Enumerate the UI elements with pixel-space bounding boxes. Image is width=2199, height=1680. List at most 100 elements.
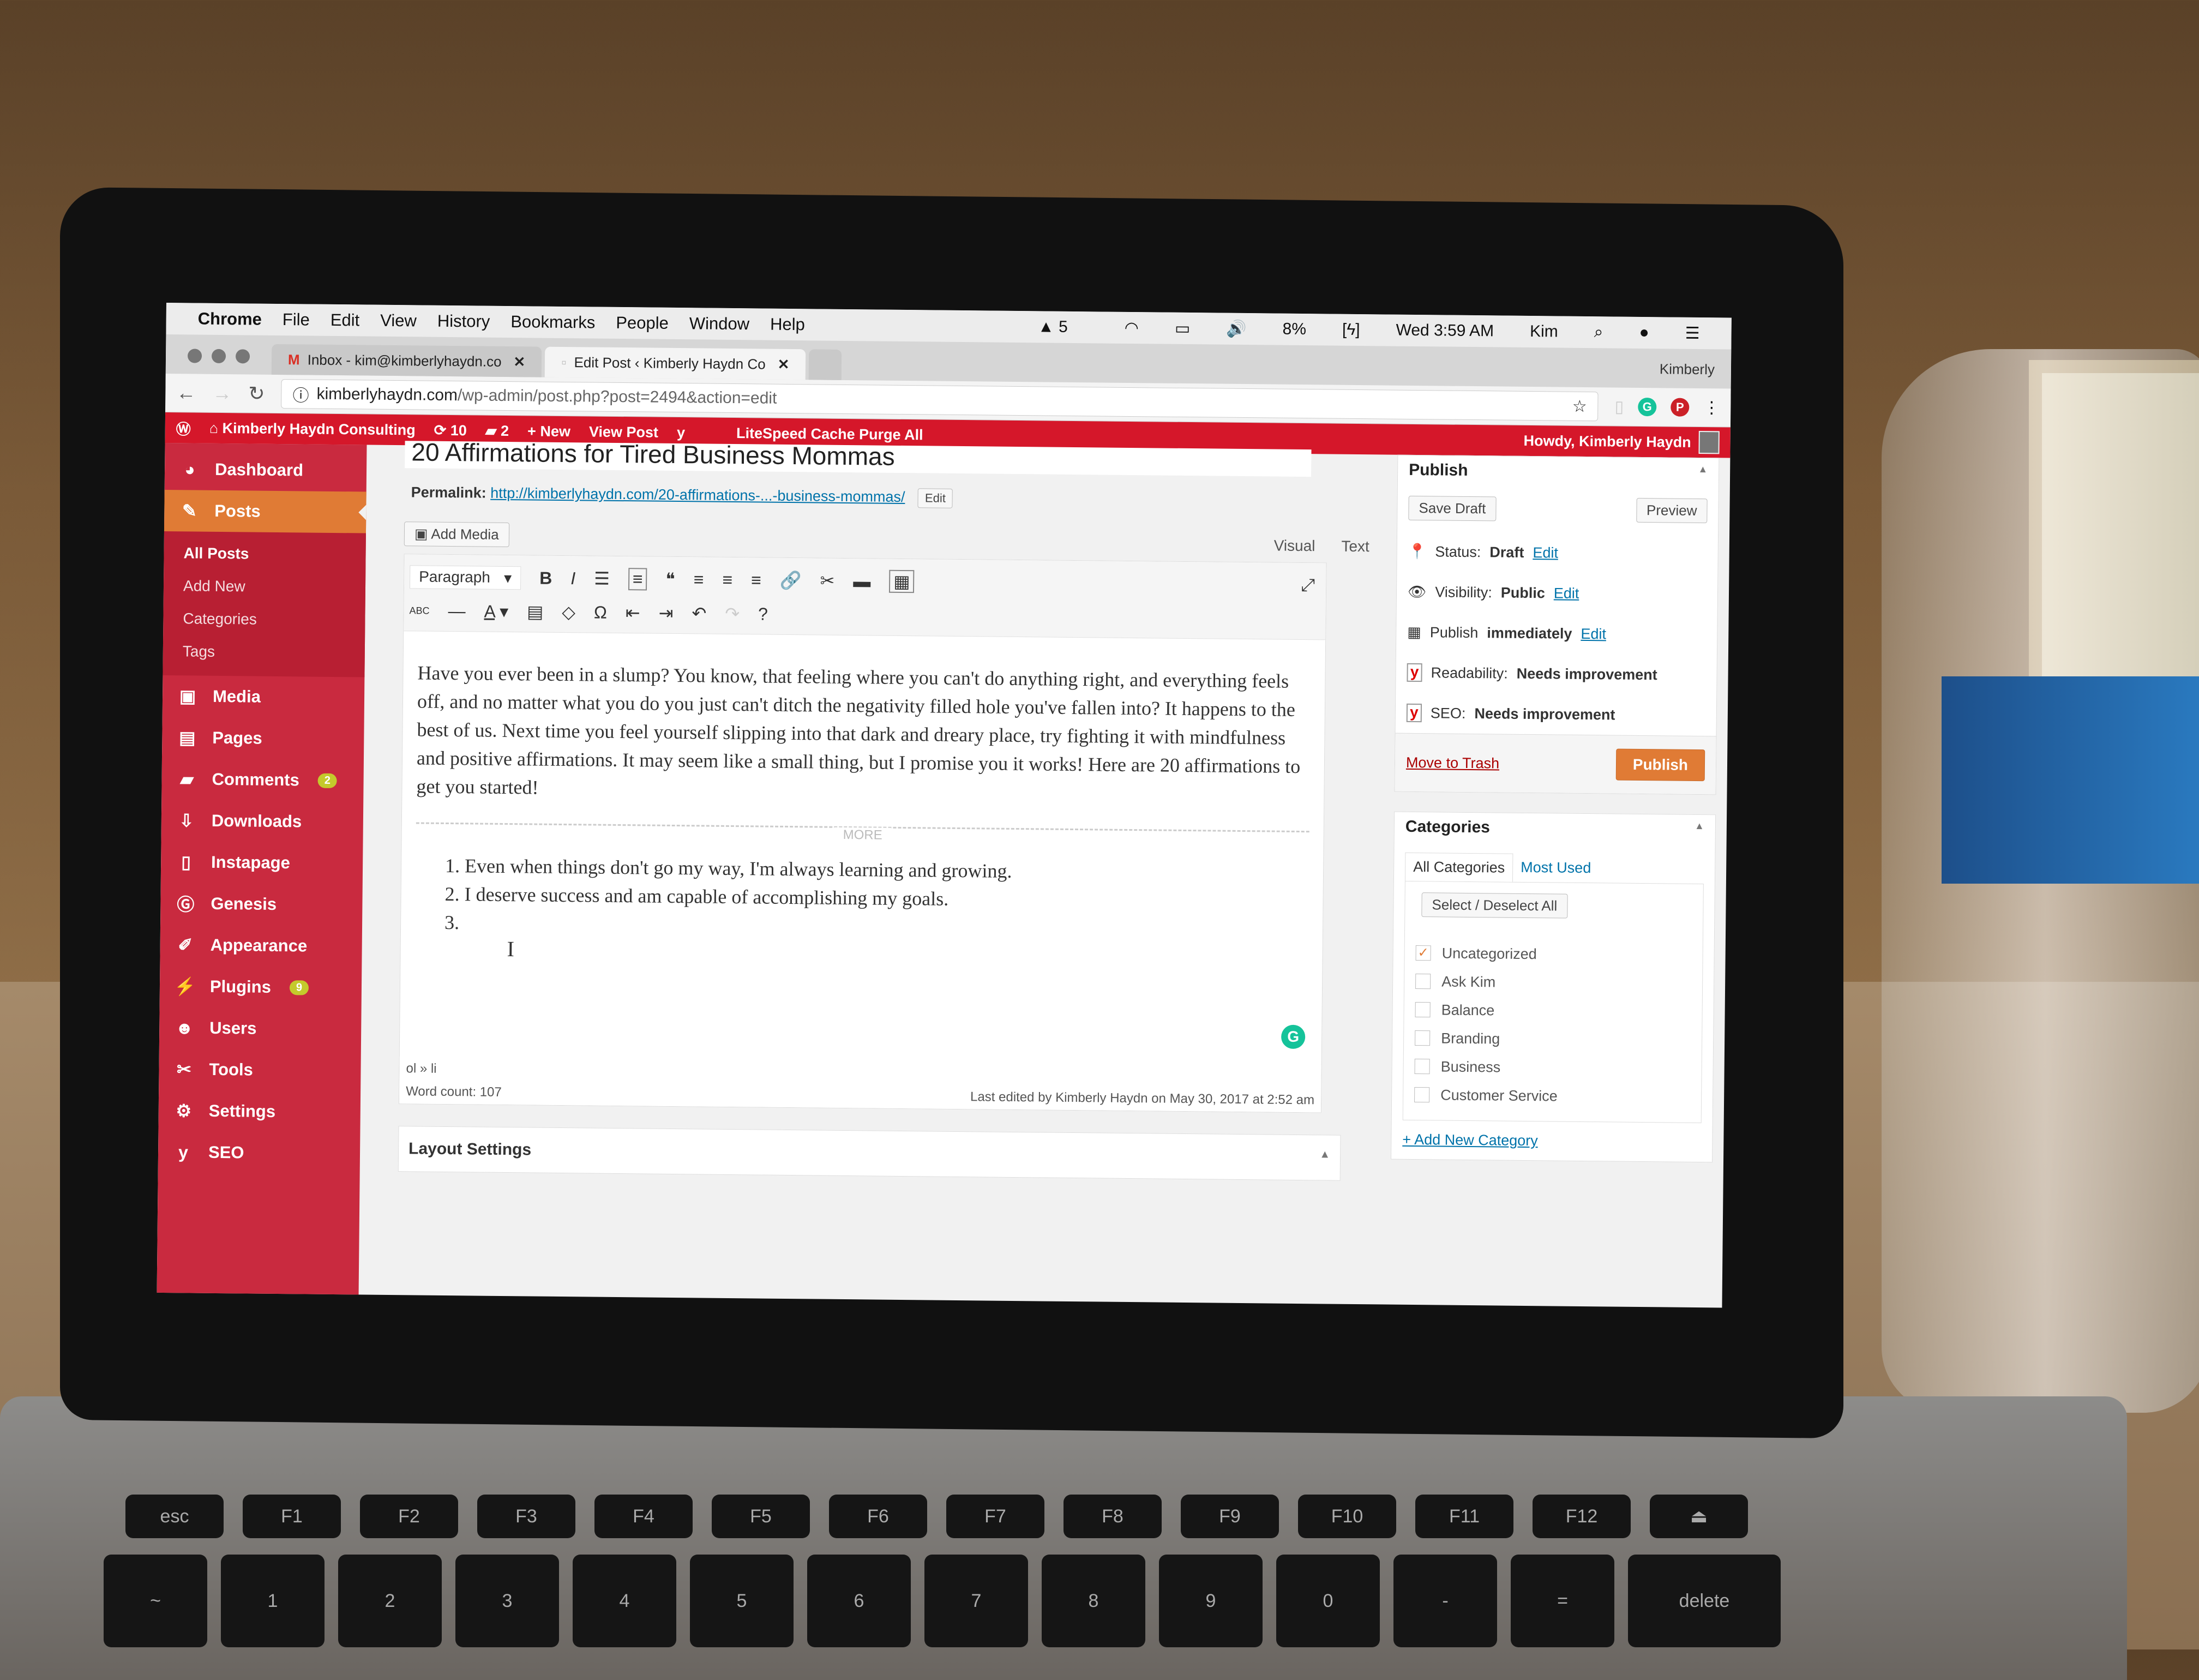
align-right-icon[interactable]: ≡ — [751, 570, 761, 590]
sidebar-item-users[interactable]: ☻ Users — [159, 1007, 362, 1051]
admin-bar-new[interactable]: + New — [527, 423, 570, 440]
yoast-admin-icon[interactable]: y — [677, 424, 685, 441]
sidebar-item-pages[interactable]: ▤ Pages — [162, 717, 364, 760]
submenu-add-new[interactable]: Add New — [183, 569, 366, 604]
sidebar-item-genesis[interactable]: Ⓖ Genesis — [160, 883, 363, 926]
chrome-menu-icon[interactable]: ⋮ — [1703, 398, 1720, 417]
layout-settings-box[interactable]: Layout Settings ▲ — [398, 1126, 1341, 1181]
toolbar-toggle-icon[interactable]: ▦ — [889, 569, 915, 593]
grammarly-icon[interactable]: G — [1281, 1024, 1306, 1049]
collapse-icon[interactable]: ▲ — [1698, 464, 1708, 482]
fullscreen-icon[interactable]: ⤢ — [1301, 575, 1315, 596]
reload-icon[interactable]: ↻ — [248, 382, 265, 405]
permalink-edit-button[interactable]: Edit — [917, 488, 953, 508]
profile-button[interactable]: Kimberly — [1660, 361, 1715, 378]
admin-bar-site[interactable]: ⌂ Kimberly Haydn Consulting — [209, 419, 416, 439]
sidebar-item-posts[interactable]: ✎ Posts — [164, 489, 366, 533]
menu-edit[interactable]: Edit — [331, 310, 360, 331]
zoom-window-button[interactable] — [235, 349, 250, 364]
menu-help[interactable]: Help — [770, 315, 805, 335]
italic-icon[interactable]: I — [570, 568, 575, 589]
new-tab-button[interactable] — [809, 349, 842, 380]
special-character-icon[interactable]: Ω — [594, 602, 607, 622]
volume-icon[interactable]: 🔊 — [1226, 319, 1247, 338]
category-checkbox[interactable] — [1414, 1059, 1430, 1075]
bookmark-star-icon[interactable]: ☆ — [1572, 397, 1587, 416]
category-checkbox[interactable]: ✓ — [1415, 945, 1431, 961]
menu-bookmarks[interactable]: Bookmarks — [510, 312, 595, 332]
add-new-category-link[interactable]: + Add New Category — [1391, 1120, 1713, 1162]
undo-icon[interactable]: ↶ — [692, 603, 706, 623]
admin-bar-updates[interactable]: ⟳ 10 — [434, 422, 467, 439]
sidebar-item-instapage[interactable]: ▯ Instapage — [161, 841, 363, 885]
category-checkbox[interactable] — [1415, 974, 1431, 989]
grammarly-icon[interactable]: G — [1638, 397, 1657, 417]
status-edit-link[interactable]: Edit — [1533, 544, 1558, 561]
minimize-window-button[interactable] — [211, 349, 226, 364]
submenu-categories[interactable]: Categories — [183, 602, 365, 637]
read-more-icon[interactable]: ▬ — [853, 571, 870, 591]
submenu-all-posts[interactable]: All Posts — [183, 537, 366, 571]
forward-icon[interactable]: → — [212, 382, 232, 405]
horizontal-line-icon[interactable]: — — [448, 601, 465, 621]
sidebar-item-tools[interactable]: ✂ Tools — [159, 1048, 361, 1092]
admin-bar-account[interactable]: Howdy, Kimberly Haydn — [1523, 429, 1720, 454]
tab-most-used[interactable]: Most Used — [1513, 854, 1599, 883]
extension-icon[interactable]: ▯ — [1615, 397, 1624, 416]
close-window-button[interactable] — [187, 349, 202, 363]
wifi-icon[interactable]: ◠ — [1125, 318, 1139, 337]
tab-visual[interactable]: Visual — [1274, 537, 1315, 555]
siri-icon[interactable]: ● — [1639, 323, 1649, 342]
align-left-icon[interactable]: ≡ — [694, 569, 704, 590]
permalink-link[interactable]: http://kimberlyhaydn.com/20-affirmations… — [490, 485, 905, 505]
admin-bar-view-post[interactable]: View Post — [589, 423, 658, 441]
help-icon[interactable]: ? — [758, 604, 768, 624]
sidebar-item-comments[interactable]: ▰ Comments 2 — [161, 758, 364, 802]
back-icon[interactable]: ← — [176, 381, 196, 404]
sidebar-item-media[interactable]: ▣ Media — [163, 675, 365, 719]
info-icon[interactable]: ⓘ — [292, 382, 309, 406]
blockquote-icon[interactable]: ❝ — [665, 569, 675, 590]
notification-center-icon[interactable]: ☰ — [1685, 323, 1700, 343]
menu-window[interactable]: Window — [689, 314, 750, 334]
tab-text[interactable]: Text — [1341, 538, 1369, 555]
bold-icon[interactable]: B — [539, 568, 552, 588]
sidebar-item-plugins[interactable]: ⚡ Plugins 9 — [160, 965, 362, 1009]
move-to-trash-link[interactable]: Move to Trash — [1406, 754, 1499, 772]
user-name[interactable]: Kim — [1530, 322, 1558, 341]
schedule-edit-link[interactable]: Edit — [1581, 625, 1606, 642]
select-deselect-all-button[interactable]: Select / Deselect All — [1421, 892, 1568, 919]
battery-percent[interactable]: 8% — [1282, 320, 1306, 339]
spotlight-icon[interactable]: ⌕ — [1594, 323, 1603, 341]
close-tab-icon[interactable]: ✕ — [778, 356, 790, 373]
category-checkbox[interactable] — [1415, 1002, 1431, 1018]
redo-icon[interactable]: ↷ — [725, 603, 740, 624]
visibility-edit-link[interactable]: Edit — [1554, 585, 1579, 602]
menu-people[interactable]: People — [616, 313, 669, 333]
text-color-icon[interactable]: A ▾ — [484, 601, 508, 622]
bullet-list-icon[interactable]: ☰ — [594, 568, 610, 589]
align-center-icon[interactable]: ≡ — [722, 569, 732, 590]
pinterest-icon[interactable]: P — [1671, 398, 1690, 417]
save-draft-button[interactable]: Save Draft — [1408, 495, 1497, 521]
category-checkbox[interactable] — [1415, 1030, 1431, 1046]
submenu-tags[interactable]: Tags — [183, 635, 365, 669]
clock[interactable]: Wed 3:59 AM — [1396, 321, 1494, 341]
tab-inbox[interactable]: M Inbox - kim@kimberlyhaydn.co ✕ — [271, 344, 542, 377]
sidebar-item-settings[interactable]: ⚙ Settings — [158, 1090, 361, 1133]
menu-file[interactable]: File — [283, 310, 310, 329]
editor-content[interactable]: Have you ever been in a slump? You know,… — [400, 631, 1325, 1065]
admin-bar-comments[interactable]: ▰ 2 — [485, 422, 509, 439]
tab-all-categories[interactable]: All Categories — [1404, 852, 1513, 882]
sidebar-item-dashboard[interactable]: ◕ Dashboard — [165, 448, 367, 492]
clear-formatting-icon[interactable]: ◇ — [562, 602, 575, 622]
sidebar-item-seo[interactable]: y SEO — [158, 1131, 361, 1175]
sidebar-item-appearance[interactable]: ✐ Appearance — [160, 924, 362, 968]
unlink-icon[interactable]: ✂ — [820, 571, 834, 591]
menu-view[interactable]: View — [380, 311, 417, 331]
category-checkbox[interactable] — [1414, 1087, 1430, 1103]
sidebar-item-downloads[interactable]: ⇩ Downloads — [161, 800, 364, 843]
menu-history[interactable]: History — [437, 311, 490, 332]
outdent-icon[interactable]: ⇤ — [626, 602, 640, 623]
admin-bar-litespeed[interactable]: LiteSpeed Cache Purge All — [736, 425, 923, 443]
